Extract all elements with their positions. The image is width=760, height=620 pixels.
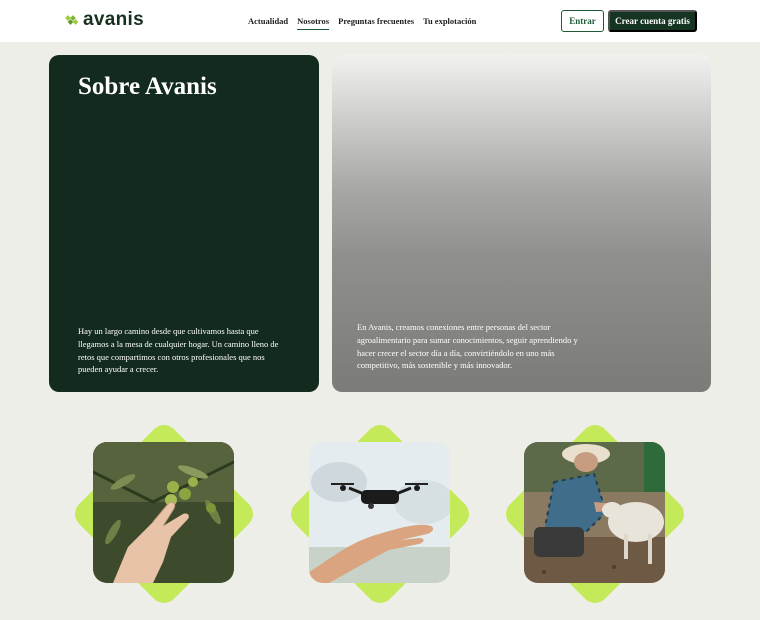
- login-button[interactable]: Entrar: [561, 10, 604, 32]
- olive-picking-image: [93, 442, 234, 583]
- top-header: avanis Actualidad Nosotros Preguntas fre…: [0, 0, 760, 42]
- drone-image: [309, 442, 450, 583]
- page-title: Sobre Avanis: [78, 73, 217, 100]
- feature-farmer: [500, 419, 690, 609]
- mission-text: En Avanis, creamos conexiones entre pers…: [357, 322, 578, 371]
- about-intro-text: Hay un largo camino desde que cultivamos…: [78, 326, 279, 375]
- signup-button[interactable]: Crear cuenta gratis: [608, 10, 697, 32]
- avanis-logo[interactable]: avanis: [64, 10, 144, 30]
- nav-item-actualidad[interactable]: Actualidad: [248, 0, 288, 42]
- leaf-logo-icon: [64, 12, 80, 28]
- feature-drone: [285, 419, 475, 609]
- feature-olives: [69, 419, 259, 609]
- about-card: Sobre Avanis Hay un largo camino desde q…: [49, 55, 319, 392]
- brand-name: avanis: [83, 9, 144, 30]
- mission-card: En Avanis, creamos conexiones entre pers…: [332, 55, 711, 392]
- farmer-sheep-image: [524, 442, 665, 583]
- nav-item-tu-explotacion[interactable]: Tu explotación: [423, 0, 476, 42]
- nav-item-preguntas-frecuentes[interactable]: Preguntas frecuentes: [338, 0, 414, 42]
- nav-item-nosotros[interactable]: Nosotros: [297, 0, 329, 42]
- main-nav: Actualidad Nosotros Preguntas frecuentes…: [248, 0, 485, 42]
